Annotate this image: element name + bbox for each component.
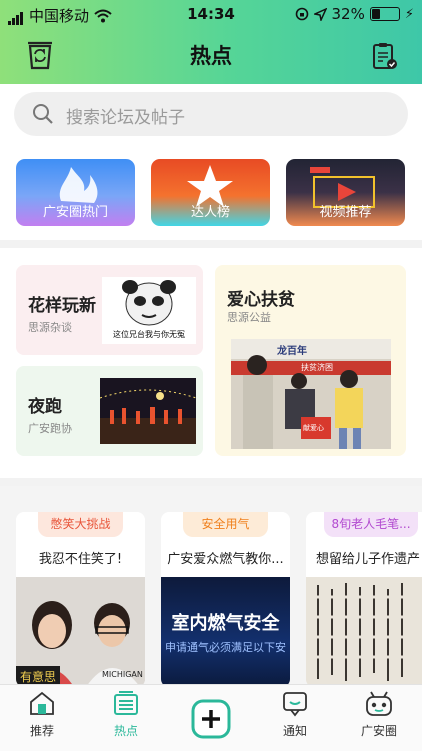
post-tag: 8旬老人毛笔...	[324, 512, 418, 537]
hot-post-card[interactable]: 憋笑大挑战 我忍不住笑了! MICHIGAN 有意思	[16, 512, 145, 687]
quick-link-guangan-hot[interactable]: 广安圈热门	[16, 159, 135, 226]
forum-title: 爱心扶贫	[227, 290, 295, 310]
tab-label: 广安圈	[360, 724, 397, 738]
night-run-photo	[100, 378, 196, 444]
meme-caption: 这位兄台我与你无冤	[113, 330, 185, 339]
quick-link-label: 视频推荐	[319, 205, 372, 220]
tab-hot[interactable]: 热点	[84, 689, 168, 739]
forum-title: 夜跑	[28, 397, 62, 417]
section-divider	[0, 240, 422, 248]
tab-label: 热点	[113, 724, 138, 738]
quick-link-label: 达人榜	[190, 205, 230, 220]
post-title: 我忍不住笑了!	[38, 552, 123, 567]
home-icon	[30, 691, 54, 715]
post-image-headline: 室内燃气安全	[171, 613, 280, 634]
post-thumbnail: 室内燃气安全 申请通气必须满足以下安	[161, 577, 290, 687]
quick-link-talent-rank[interactable]: 达人榜	[151, 159, 270, 226]
battery-icon	[369, 7, 400, 21]
post-thumbnail	[306, 577, 422, 687]
post-title: 想留给儿子作遗产	[316, 552, 421, 567]
quick-link-label: 广安圈热门	[42, 205, 108, 220]
post-image-subline: 申请通气必须满足以下安	[165, 641, 286, 654]
quick-link-video-rec[interactable]: 视频推荐	[286, 159, 405, 226]
svg-text:MICHIGAN: MICHIGAN	[102, 670, 143, 679]
robot-face-icon	[366, 691, 392, 716]
tab-recommend[interactable]: 推荐	[0, 689, 84, 739]
section-divider	[0, 478, 422, 486]
post-tag: 安全用气	[183, 512, 268, 537]
tab-label: 通知	[282, 724, 307, 738]
search-icon	[33, 104, 53, 124]
post-tag: 憋笑大挑战	[38, 512, 123, 537]
rotation-lock-icon	[295, 7, 308, 21]
tab-guangan-circle[interactable]: 广安圈	[337, 689, 421, 739]
search-bar[interactable]: 搜索论坛及帖子	[14, 92, 408, 136]
forum-card-aixin[interactable]: 爱心扶贫 思源公益 龙百年 扶贫济困 献爱心	[215, 265, 406, 456]
hot-list-icon	[114, 691, 138, 715]
plus-icon	[191, 699, 231, 739]
charging-icon: ⚡	[404, 6, 414, 22]
search-input[interactable]: 搜索论坛及帖子	[66, 103, 185, 128]
location-icon	[313, 7, 327, 21]
tab-label: 推荐	[29, 724, 54, 738]
forum-subtitle: 思源杂谈	[28, 321, 72, 334]
hot-post-card[interactable]: 8旬老人毛笔... 想留给儿子作遗产	[306, 512, 422, 687]
header: 中国移动 14:34 32% ⚡ 热点	[0, 0, 422, 84]
forum-subtitle: 广安跑协	[28, 422, 72, 435]
hot-post-card[interactable]: 安全用气 广安爱众燃气教你... 室内燃气安全 申请通气必须满足以下安	[161, 512, 290, 687]
post-thumbnail: MICHIGAN 有意思	[16, 577, 145, 687]
forum-card-yepao[interactable]: 夜跑 广安跑协	[16, 366, 203, 456]
status-bar: 中国移动 14:34 32% ⚡	[0, 0, 422, 28]
tab-post-new[interactable]	[169, 689, 253, 742]
message-icon	[283, 692, 307, 717]
panda-meme-image: 这位兄台我与你无冤	[102, 277, 196, 344]
clipboard-check-icon[interactable]	[372, 42, 398, 70]
forum-title: 花样玩新	[28, 296, 96, 316]
page-title: 热点	[190, 44, 232, 68]
battery-percent: 32%	[331, 5, 365, 23]
post-title: 广安爱众燃气教你...	[167, 552, 284, 567]
charity-photo: 龙百年 扶贫济困 献爱心	[231, 339, 391, 449]
tab-notify[interactable]: 通知	[253, 689, 337, 739]
donation-box-label: 献爱心	[303, 424, 324, 432]
forum-subtitle: 思源公益	[227, 311, 271, 324]
tab-bar: 推荐 热点 通知 广安圈	[0, 684, 422, 751]
forum-card-huayang[interactable]: 花样玩新 思源杂谈 这位兄台我与你无冤	[16, 265, 203, 355]
